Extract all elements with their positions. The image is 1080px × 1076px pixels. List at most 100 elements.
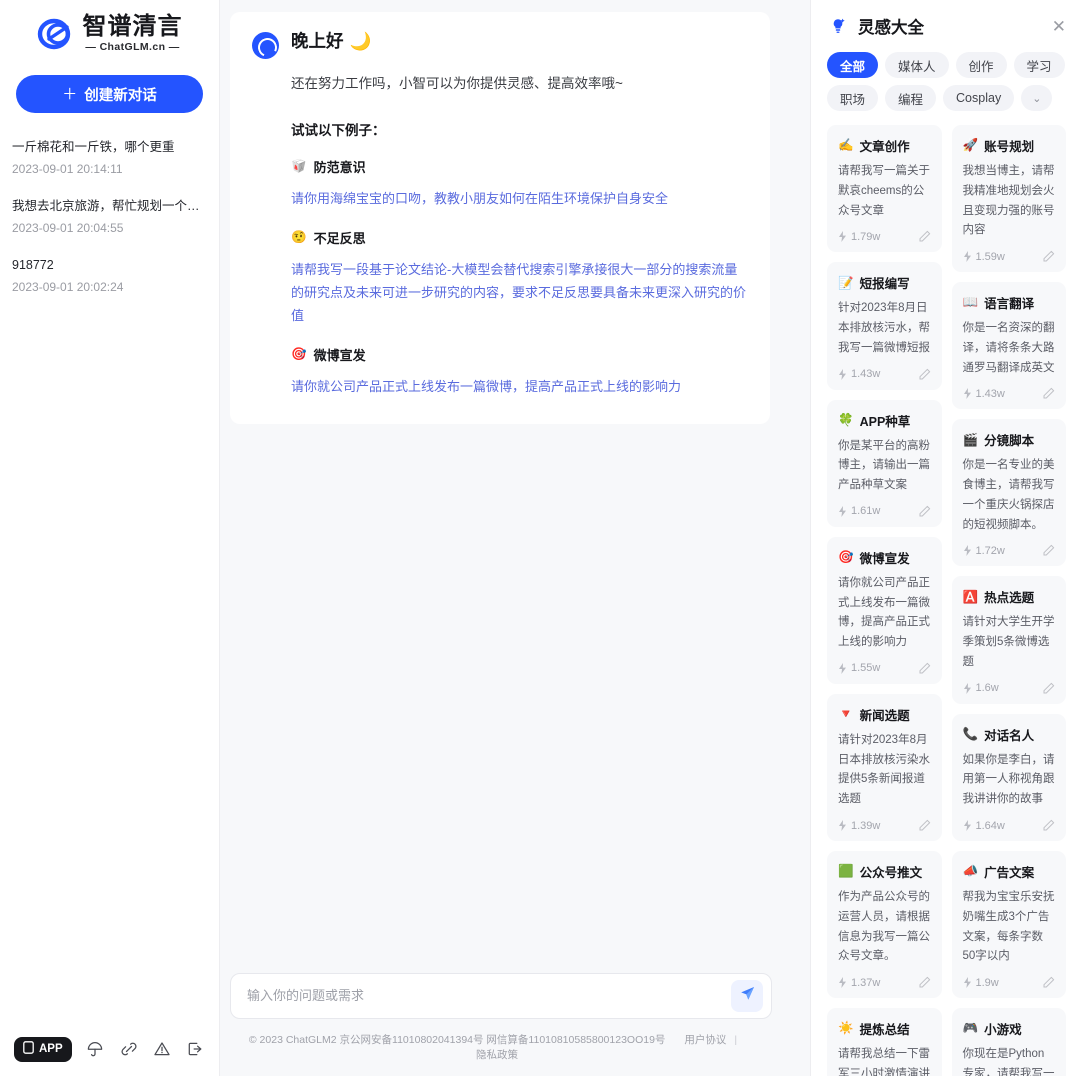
edit-pencil-icon[interactable] — [1042, 387, 1055, 400]
tab-cosplay[interactable]: Cosplay — [943, 85, 1015, 111]
usage-count-label: 1.9w — [975, 976, 999, 989]
red-marker-icon: 🔻 — [838, 707, 854, 722]
link-icon[interactable] — [119, 1039, 138, 1059]
panel-header: 灵感大全 ✕ — [811, 0, 1080, 44]
list-item[interactable]: 918772 2023-09-01 20:02:24 — [12, 257, 207, 294]
card-footer: 1.43w — [963, 387, 1056, 400]
usage-count: 1.39w — [838, 820, 880, 832]
list-item[interactable]: ✍️ 文章创作 请帮我写一篇关于默哀cheems的公众号文章 1.79w — [827, 125, 942, 253]
tab-all[interactable]: 全部 — [827, 52, 879, 78]
list-item[interactable]: 📖 语言翻译 你是一名资深的翻译，请将条条大路通罗马翻译成英文 1.43w — [951, 282, 1066, 410]
conversation-title: 我想去北京旅游，帮忙规划一个三天的... — [12, 199, 207, 214]
conversation-title: 一斤棉花和一斤铁，哪个更重 — [12, 140, 175, 155]
spark-icon — [963, 388, 971, 400]
tab-study[interactable]: 学习 — [1013, 52, 1065, 78]
list-item[interactable]: 一斤棉花和一斤铁，哪个更重 2023-09-01 20:14:11 — [12, 139, 207, 176]
example-prompt[interactable]: 请你用海绵宝宝的口吻，教教小朋友如何在陌生环境保护自身安全 — [291, 187, 748, 210]
chatglm-logo-icon — [37, 15, 75, 53]
list-item[interactable]: 📣 广告文案 帮我为宝宝乐安抚奶嘴生成3个广告文案，每条字数50字以内 1.9w — [951, 851, 1066, 999]
edit-pencil-icon[interactable] — [1042, 819, 1055, 832]
card-title: 短报编写 — [859, 277, 910, 292]
user-agreement-link[interactable]: 用户协议 — [684, 1033, 726, 1049]
card-body: 帮我为宝宝乐安抚奶嘴生成3个广告文案，每条字数50字以内 — [962, 891, 1055, 963]
edit-pencil-icon[interactable] — [918, 230, 931, 243]
edit-pencil-icon[interactable] — [1042, 250, 1055, 263]
card-body: 请针对大学生开学季策划5条微博选题 — [962, 616, 1055, 668]
tab-creation[interactable]: 创作 — [955, 52, 1007, 78]
list-item[interactable]: 🅰️ 热点选题 请针对大学生开学季策划5条微博选题 1.6w — [951, 576, 1066, 704]
list-item[interactable]: 我想去北京旅游，帮忙规划一个三天的... 2023-09-01 20:04:55 — [12, 198, 207, 235]
card-title: 新闻选题 — [859, 708, 910, 723]
edit-pencil-icon[interactable] — [918, 662, 931, 675]
green-square-icon: 🟩 — [838, 864, 854, 879]
list-item[interactable]: 🎬 分镜脚本 你是一名专业的美食博主，请帮我写一个重庆火锅探店的短视频脚本。 1… — [951, 419, 1066, 567]
list-item[interactable]: 🚀 账号规划 我想当博主，请帮我精准地规划会火且变现力强的账号内容 1.59w — [951, 125, 1066, 273]
new-chat-button[interactable]: ＋ 创建新对话 — [16, 75, 203, 114]
example-title: 微博宣发 — [313, 348, 366, 364]
try-examples-label: 试试以下例子： — [291, 122, 386, 138]
footer-divider-left — [673, 1033, 676, 1049]
card-footer: 1.61w — [838, 505, 931, 518]
footer-divider: | — [734, 1033, 738, 1046]
magnet-icon: 🅰️ — [962, 589, 979, 604]
tab-media[interactable]: 媒体人 — [885, 52, 949, 78]
example-header: 🥡 防范意识 — [291, 157, 748, 176]
card-header: 🎮 小游戏 — [963, 1019, 1056, 1038]
card-header: 🅰️ 热点选题 — [963, 587, 1056, 606]
send-button[interactable] — [731, 979, 763, 1012]
new-chat-label: 创建新对话 — [84, 87, 157, 104]
list-item[interactable]: 📝 短报编写 针对2023年8月日本排放核污水，帮我写一篇微博短报 1.43w — [827, 262, 942, 390]
target-icon: 🎯 — [291, 347, 307, 362]
card-header: ✍️ 文章创作 — [838, 136, 931, 155]
warning-triangle-icon[interactable] — [152, 1039, 171, 1059]
tab-programming[interactable]: 编程 — [885, 85, 937, 111]
list-item[interactable]: 🟩 公众号推文 作为产品公众号的运营人员，请根据信息为我写一篇公众号文章。 1.… — [827, 851, 942, 999]
edit-pencil-icon[interactable] — [1042, 544, 1055, 557]
app-badge-label: APP — [39, 1043, 63, 1055]
tab-workplace[interactable]: 职场 — [827, 85, 879, 111]
edit-pencil-icon[interactable] — [918, 976, 931, 989]
example-prompt[interactable]: 请你就公司产品正式上线发布一篇微博，提高产品正式上线的影响力 — [291, 375, 748, 398]
card-title: 对话名人 — [984, 728, 1035, 743]
usage-count-label: 1.64w — [975, 819, 1005, 832]
list-item[interactable]: 📞 对话名人 如果你是李白，请用第一人称视角跟我讲讲你的故事 1.64w — [951, 713, 1066, 842]
moon-icon: 🌙 — [349, 31, 372, 51]
card-body: 请你就公司产品正式上线发布一篇微博，提高产品正式上线的影响力 — [838, 576, 930, 649]
edit-pencil-icon[interactable] — [1042, 682, 1055, 695]
card-body: 你是一名资深的翻译，请将条条大路通罗马翻译成英文 — [962, 322, 1055, 374]
card-body: 我想当博主，请帮我精准地规划会火且变现力强的账号内容 — [962, 165, 1055, 237]
card-title: 分镜脚本 — [984, 434, 1035, 449]
card-body: 你是一名专业的美食博主，请帮我写一个重庆火锅探店的短视频脚本。 — [962, 459, 1055, 531]
edit-pencil-icon[interactable] — [918, 368, 931, 381]
inspiration-panel: 灵感大全 ✕ 全部 媒体人 创作 学习 职场 编程 Cosplay ⌄ ✍️ 文… — [810, 0, 1080, 1076]
spark-icon — [963, 251, 971, 263]
logout-icon[interactable] — [186, 1039, 205, 1059]
edit-pencil-icon[interactable] — [918, 505, 931, 518]
plus-icon: ＋ — [62, 85, 78, 103]
list-item[interactable]: 🎯 微博宣发 请你就公司产品正式上线发布一篇微博，提高产品正式上线的影响力 1.… — [827, 536, 942, 684]
card-title: 语言翻译 — [984, 297, 1035, 312]
card-header: 🚀 账号规划 — [963, 136, 1056, 155]
panel-title: 灵感大全 — [858, 19, 924, 37]
umbrella-icon[interactable] — [86, 1039, 105, 1059]
list-item[interactable]: ☀️ 提炼总结 请帮我总结一下雷军三小时激情演讲的内容 1.42w — [827, 1008, 942, 1076]
privacy-policy-link[interactable]: 隐私政策 — [476, 1048, 518, 1064]
app-download-button[interactable]: APP — [14, 1036, 72, 1062]
edit-pencil-icon[interactable] — [1042, 976, 1055, 989]
close-icon[interactable]: ✕ — [1052, 18, 1066, 35]
chevron-down-icon[interactable]: ⌄ — [1021, 85, 1053, 111]
chat-main: 晚上好 🌙 还在努力工作吗，小智可以为你提供灵感、提高效率哦~ 试试以下例子： … — [220, 0, 810, 1076]
edit-pencil-icon[interactable] — [918, 819, 931, 832]
list-item[interactable]: 🍀 APP种草 你是某平台的高粉博主，请输出一篇产品种草文案 1.61w — [827, 399, 942, 527]
usage-count: 1.79w — [838, 231, 880, 243]
list-item[interactable]: 🔻 新闻选题 请针对2023年8月日本排放核污染水提供5条新闻报道选题 1.39… — [827, 693, 942, 842]
card-title: 公众号推文 — [859, 866, 923, 881]
card-footer: 1.64w — [963, 819, 1056, 832]
example-prompt[interactable]: 请帮我写一段基于论文结论-大模型会替代搜索引擎承接很大一部分的搜索流量的研究点及… — [291, 258, 748, 327]
telephone-icon: 📞 — [962, 726, 979, 741]
card-footer: 1.6w — [963, 682, 1056, 695]
spark-icon — [839, 662, 846, 674]
card-title: APP种草 — [859, 414, 911, 429]
search-input[interactable] — [247, 988, 731, 1003]
list-item[interactable]: 🎮 小游戏 你现在是Python专家，请帮我写一个贪 — [951, 1008, 1066, 1076]
